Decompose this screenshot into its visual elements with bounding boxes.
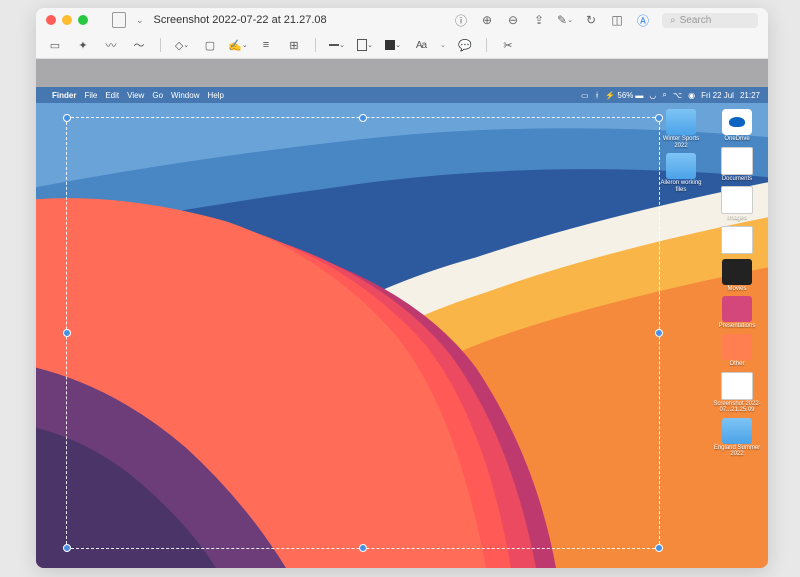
document-proxy-icon[interactable] [112, 12, 126, 28]
siri-icon[interactable]: ◉ [688, 91, 695, 100]
battery-status[interactable]: ⚡ 56% ▬ [605, 91, 643, 100]
desktop-onedrive[interactable]: OneDrive [712, 109, 762, 143]
spotlight-icon[interactable]: ⌕ [662, 90, 666, 100]
shapes-icon[interactable]: ◇⌄ [173, 36, 191, 54]
selection-tool-icon[interactable]: ▭ [46, 36, 64, 54]
desktop-file[interactable]: Screenshot 2022-07...21.25.09 [712, 372, 762, 414]
annotate-icon[interactable]: 💬 [456, 36, 474, 54]
desktop-file[interactable]: Documents [712, 147, 762, 183]
search-icon: ⌕ [670, 15, 676, 26]
sketch-icon[interactable]: 〰 [102, 36, 120, 54]
desktop-file[interactable]: Presentations [712, 296, 762, 330]
app-menu[interactable]: Finder [52, 91, 76, 100]
zoom-in-icon[interactable]: ⊕ [480, 13, 494, 27]
line-style-picker[interactable]: ⌄ [328, 36, 346, 54]
macos-menubar: Finder File Edit View Go Window Help ▭ ᚼ… [36, 87, 768, 103]
bluetooth-icon[interactable]: ᚼ [595, 91, 600, 100]
zoom-window-button[interactable] [78, 15, 88, 25]
desktop-file[interactable]: Movies [712, 259, 762, 293]
font-style-picker[interactable]: Aa [412, 36, 430, 54]
image-canvas[interactable]: Finder File Edit View Go Window Help ▭ ᚼ… [36, 87, 768, 568]
text-box-icon[interactable]: ▢ [201, 36, 219, 54]
search-placeholder: Search [680, 15, 712, 26]
minimize-window-button[interactable] [62, 15, 72, 25]
title-dropdown-chevron[interactable]: ⌄ [136, 15, 144, 26]
desktop-folder[interactable]: Winter Sports 2022 [656, 109, 706, 149]
control-center-icon[interactable]: ⌥ [673, 91, 682, 100]
share-icon[interactable]: ⇪ [532, 13, 546, 27]
help-menu[interactable]: Help [207, 91, 223, 100]
draw-icon[interactable]: 〜 [130, 36, 148, 54]
desktop-folder[interactable]: Aileron working files [656, 153, 706, 193]
preview-window: ⌄ Screenshot 2022-07-22 at 21.27.08 ⓘ ⊕ … [36, 8, 768, 568]
info-icon[interactable]: ⓘ [454, 13, 468, 27]
instant-alpha-icon[interactable]: ✦ [74, 36, 92, 54]
rotate-icon[interactable]: ↻ [584, 13, 598, 27]
markup-icon[interactable]: ✎⌄ [558, 13, 572, 27]
wifi-icon[interactable]: ◡ [649, 91, 656, 100]
canvas-padding-top [36, 59, 768, 87]
file-menu[interactable]: File [84, 91, 97, 100]
adjust-color-icon[interactable]: ≡ [257, 36, 275, 54]
window-menu[interactable]: Window [171, 91, 199, 100]
desktop-file[interactable]: Other [712, 334, 762, 368]
zoom-out-icon[interactable]: ⊖ [506, 13, 520, 27]
menubar-date[interactable]: Fri 22 Jul [701, 91, 734, 100]
desktop-file[interactable]: Images [712, 186, 762, 222]
edit-menu[interactable]: Edit [105, 91, 119, 100]
desktop-icons-area: Winter Sports 2022 Aileron working files… [656, 109, 762, 458]
adjust-size-icon[interactable]: ⊞ [285, 36, 303, 54]
close-window-button[interactable] [46, 15, 56, 25]
sign-icon[interactable]: ✍⌄ [229, 36, 247, 54]
window-titlebar: ⌄ Screenshot 2022-07-22 at 21.27.08 ⓘ ⊕ … [36, 8, 768, 32]
crop-tool-icon[interactable]: ✂ [499, 36, 517, 54]
search-field[interactable]: ⌕ Search [662, 13, 758, 28]
edit-icon[interactable]: Ⓐ [636, 13, 650, 27]
screen-mirror-icon[interactable]: ▭ [581, 91, 589, 100]
markup-toolbar: ▭ ✦ 〰 〜 ◇⌄ ▢ ✍⌄ ≡ ⊞ ⌄ ⌄ ⌄ Aa⌄ 💬 ✂ [36, 32, 768, 59]
desktop-folder[interactable]: England Summer 2022 [712, 418, 762, 458]
desktop-file[interactable] [712, 226, 762, 255]
window-title: Screenshot 2022-07-22 at 21.27.08 [154, 14, 327, 26]
view-menu[interactable]: View [127, 91, 144, 100]
fill-color-picker[interactable]: ⌄ [384, 36, 402, 54]
go-menu[interactable]: Go [152, 91, 163, 100]
crop-icon[interactable]: ◫ [610, 13, 624, 27]
menubar-time[interactable]: 21:27 [740, 91, 760, 100]
border-color-picker[interactable]: ⌄ [356, 36, 374, 54]
